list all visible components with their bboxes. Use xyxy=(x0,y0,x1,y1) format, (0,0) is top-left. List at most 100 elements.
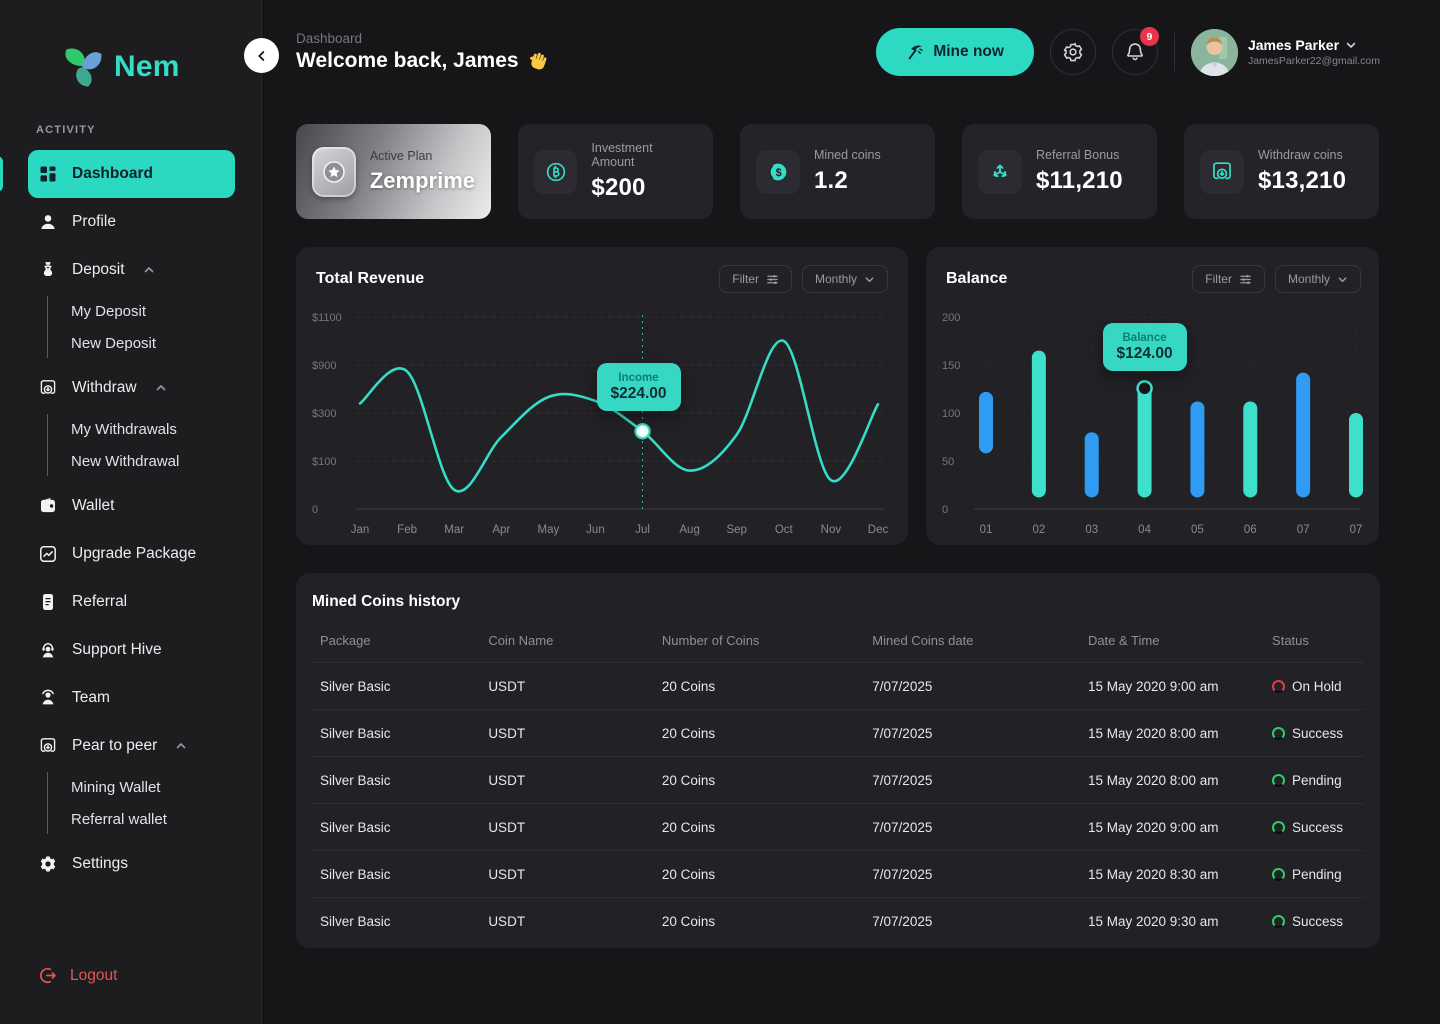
datetime-cell: 15 May 2020 9:00 am xyxy=(1080,663,1264,710)
chevron-down-icon xyxy=(1337,274,1348,285)
balance-period-select[interactable]: Monthly xyxy=(1275,265,1361,293)
revenue-period-select[interactable]: Monthly xyxy=(802,265,888,293)
sidebar-item-team[interactable]: Team xyxy=(28,674,235,722)
stat-value: $13,210 xyxy=(1258,167,1346,195)
svg-text:$1100: $1100 xyxy=(312,312,342,324)
status-ring-icon xyxy=(1272,727,1285,740)
notifications-button[interactable]: 9 xyxy=(1112,29,1158,75)
package-cell: Silver Basic xyxy=(312,804,480,851)
status-label: Success xyxy=(1292,914,1343,929)
sidebar-item-referral[interactable]: Referral xyxy=(28,578,235,626)
balance-filter-button[interactable]: Filter xyxy=(1192,265,1265,293)
sidebar-item-support-hive[interactable]: Support Hive xyxy=(28,626,235,674)
brand-name: Nem xyxy=(114,50,180,84)
sidebar-subitem-my-withdrawals[interactable]: My Withdrawals xyxy=(71,414,261,444)
stat-card-referral-bonus: Referral Bonus$11,210 xyxy=(962,124,1157,219)
svg-text:Jun: Jun xyxy=(586,524,605,536)
chevron-left-icon xyxy=(254,48,270,64)
sidebar-item-label: Withdraw xyxy=(72,379,137,397)
table-row[interactable]: Silver BasicUSDT20 Coins7/07/202515 May … xyxy=(312,757,1364,804)
svg-text:04: 04 xyxy=(1138,524,1151,536)
sidebar-item-label: Settings xyxy=(72,855,128,873)
svg-text:$900: $900 xyxy=(312,360,336,372)
svg-text:05: 05 xyxy=(1191,524,1204,536)
sidebar-item-dashboard[interactable]: Dashboard xyxy=(28,150,235,198)
active-plan-label: Active Plan xyxy=(370,149,475,163)
svg-text:100: 100 xyxy=(942,408,960,420)
sidebar-item-wallet[interactable]: Wallet xyxy=(28,482,235,530)
deposit-icon xyxy=(38,260,58,280)
sidebar-subitem-mining-wallet[interactable]: Mining Wallet xyxy=(71,772,261,802)
logout-label: Logout xyxy=(70,967,117,985)
settings-icon xyxy=(38,854,58,874)
column-header-package: Package xyxy=(312,623,480,663)
sidebar-subitem-my-deposit[interactable]: My Deposit xyxy=(71,296,261,326)
svg-text:$300: $300 xyxy=(312,408,336,420)
sidebar-item-withdraw[interactable]: Withdraw xyxy=(28,364,235,412)
status-cell: Success xyxy=(1264,804,1364,851)
svg-text:200: 200 xyxy=(942,312,960,324)
sidebar-item-label: Support Hive xyxy=(72,641,162,659)
table-row[interactable]: Silver BasicUSDT20 Coins7/07/202515 May … xyxy=(312,898,1364,945)
bitcoin-icon xyxy=(534,150,577,194)
datetime-cell: 15 May 2020 9:00 am xyxy=(1080,804,1264,851)
mined-coins-panel: Mined Coins history PackageCoin NameNumb… xyxy=(296,573,1380,948)
table-row[interactable]: Silver BasicUSDT20 Coins7/07/202515 May … xyxy=(312,710,1364,757)
column-header-status: Status xyxy=(1264,623,1364,663)
sidebar-item-pear-to-peer[interactable]: Pear to peer xyxy=(28,722,235,770)
balance-chart[interactable]: 2001501005000102030405060707 Balance $12… xyxy=(942,307,1365,539)
table-row[interactable]: Silver BasicUSDT20 Coins7/07/202515 May … xyxy=(312,851,1364,898)
user-name: James Parker xyxy=(1248,37,1380,53)
stat-card-investment-amount: Investment Amount$200 xyxy=(518,124,713,219)
svg-text:07: 07 xyxy=(1297,524,1310,536)
status-cell: Pending xyxy=(1264,851,1364,898)
withdraw-icon xyxy=(38,378,58,398)
revenue-chart[interactable]: $1100$900$300$1000JanFebMarAprMayJunJulA… xyxy=(312,307,892,539)
sidebar-item-upgrade-package[interactable]: Upgrade Package xyxy=(28,530,235,578)
status-ring-icon xyxy=(1272,774,1285,787)
coins-cell: 20 Coins xyxy=(654,663,864,710)
date-cell: 7/07/2025 xyxy=(864,851,1080,898)
status-cell: On Hold xyxy=(1264,663,1364,710)
back-button[interactable] xyxy=(244,38,279,73)
wave-hand-icon xyxy=(527,49,551,73)
column-header-coin-name: Coin Name xyxy=(480,623,654,663)
active-plan-card[interactable]: Active Plan Zemprime xyxy=(296,124,491,219)
settings-header-button[interactable] xyxy=(1050,29,1096,75)
svg-text:Mar: Mar xyxy=(444,524,464,536)
date-cell: 7/07/2025 xyxy=(864,663,1080,710)
sidebar-sublist-withdraw: My WithdrawalsNew Withdrawal xyxy=(47,414,261,476)
sidebar-subitem-referral-wallet[interactable]: Referral wallet xyxy=(71,804,261,834)
svg-text:$100: $100 xyxy=(312,456,336,468)
status-label: On Hold xyxy=(1292,679,1342,694)
datetime-cell: 15 May 2020 8:00 am xyxy=(1080,757,1264,804)
main-content: Dashboard Welcome back, James xyxy=(262,0,1440,1024)
svg-text:50: 50 xyxy=(942,456,954,468)
logout-button[interactable]: Logout xyxy=(38,966,261,986)
user-menu[interactable]: James Parker JamesParker22@gmail.com xyxy=(1191,29,1380,76)
coin-dollar-icon: $ xyxy=(756,150,800,194)
mine-now-button[interactable]: Mine now xyxy=(876,28,1034,76)
coin-cell: USDT xyxy=(480,804,654,851)
sidebar-item-profile[interactable]: Profile xyxy=(28,198,235,246)
coins-cell: 20 Coins xyxy=(654,851,864,898)
stat-card-withdraw-coins: Withdraw coins$13,210 xyxy=(1184,124,1379,219)
sidebar-subitem-new-withdrawal[interactable]: New Withdrawal xyxy=(71,446,261,476)
sidebar-section-label: ACTIVITY xyxy=(0,104,261,150)
svg-text:03: 03 xyxy=(1085,524,1098,536)
revenue-filter-button[interactable]: Filter xyxy=(719,265,792,293)
table-row[interactable]: Silver BasicUSDT20 Coins7/07/202515 May … xyxy=(312,663,1364,710)
sidebar-item-deposit[interactable]: Deposit xyxy=(28,246,235,294)
table-row[interactable]: Silver BasicUSDT20 Coins7/07/202515 May … xyxy=(312,804,1364,851)
sidebar-subitem-new-deposit[interactable]: New Deposit xyxy=(71,328,261,358)
sidebar-item-settings[interactable]: Settings xyxy=(28,840,235,888)
active-plan-value: Zemprime xyxy=(370,168,475,194)
svg-text:Jan: Jan xyxy=(351,524,370,536)
user-email: JamesParker22@gmail.com xyxy=(1248,55,1380,67)
status-ring-icon xyxy=(1272,680,1285,693)
sidebar-sublist-deposit: My DepositNew Deposit xyxy=(47,296,261,358)
status-cell: Success xyxy=(1264,898,1364,945)
svg-text:02: 02 xyxy=(1032,524,1045,536)
coin-cell: USDT xyxy=(480,851,654,898)
stat-label: Mined coins xyxy=(814,148,881,162)
